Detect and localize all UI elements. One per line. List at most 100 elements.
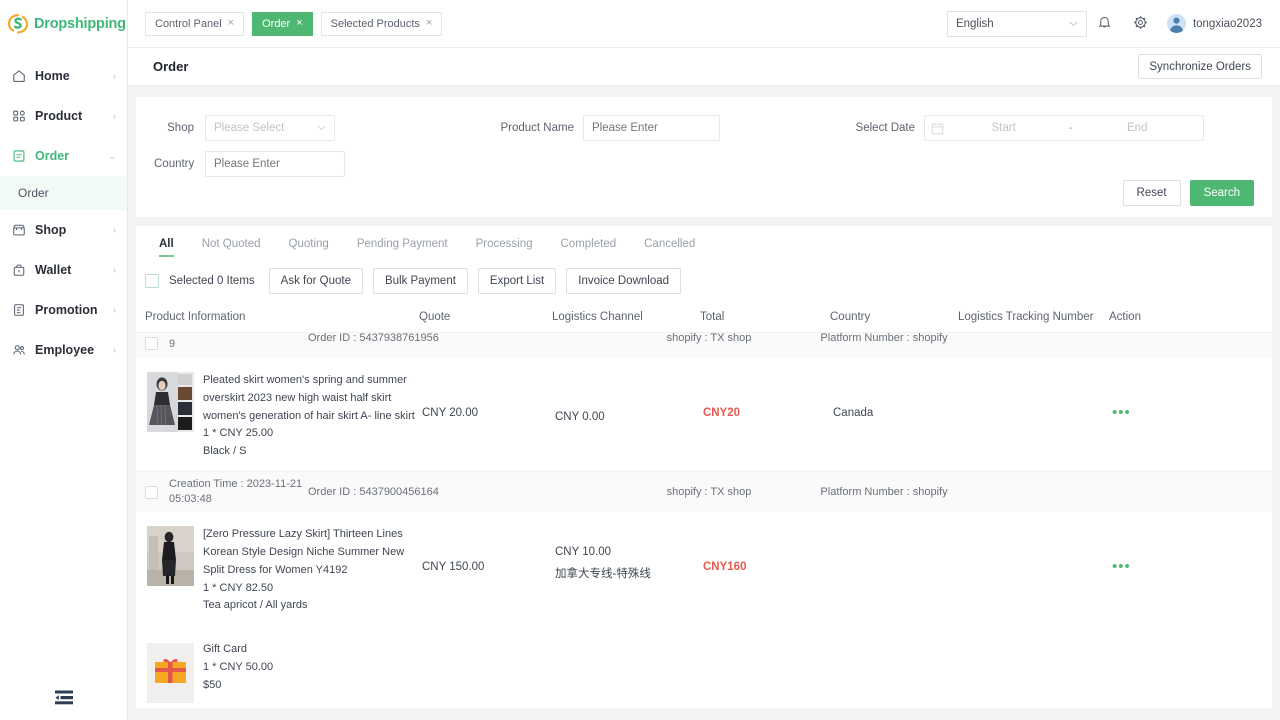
chevron-right-icon: › [113,266,116,275]
table-row[interactable]: [Zero Pressure Lazy Skirt] Thirteen Line… [136,512,1272,625]
table-row[interactable]: Pleated skirt women's spring and summer … [136,358,1272,471]
language-select[interactable]: English [947,11,1087,37]
product-qty-price: 1 * CNY 50.00 [203,659,273,677]
app-root: Dropshipping Home › [0,0,1280,720]
total-cell: CNY160 [703,526,833,573]
button-label: Bulk Payment [385,275,456,287]
invoice-download-button[interactable]: Invoice Download [566,268,681,294]
tab-processing[interactable]: Processing [462,238,547,257]
window-tab-control-panel[interactable]: Control Panel × [145,12,244,36]
search-button[interactable]: Search [1190,180,1254,206]
sidebar-item-label: Home [26,69,113,83]
tab-label: Pending Payment [357,238,448,250]
tab-pending-payment[interactable]: Pending Payment [343,238,462,257]
chevron-right-icon: › [113,346,116,355]
logistics-fee: CNY 10.00 [555,542,703,564]
order-platform-number: Platform Number : shopify [784,332,984,344]
country-input[interactable] [205,151,345,177]
search-button-label: Search [1204,187,1240,199]
row-actions-button[interactable]: ••• [1112,558,1131,575]
tab-cancelled[interactable]: Cancelled [630,238,709,257]
window-tab-order[interactable]: Order × [252,12,313,36]
button-label: Export List [490,275,544,287]
page-header: Order Synchronize Orders [128,48,1280,86]
order-platform-number: Platform Number : shopify [784,486,984,498]
employee-icon [11,343,26,358]
order-row-checkbox[interactable] [145,486,158,499]
sidebar-item-label: Wallet [26,263,113,277]
close-icon[interactable]: × [296,18,302,29]
ask-for-quote-button[interactable]: Ask for Quote [269,268,363,294]
product-information-cell: Gift Card 1 * CNY 50.00 $50 [145,631,422,703]
bulk-actions-bar: Selected 0 Items Ask for Quote Bulk Paym… [136,257,1272,294]
chevron-right-icon: › [113,226,116,235]
select-all-checkbox[interactable] [145,274,159,288]
orders-table-body: 9 Order ID : 5437938761956 shopify : TX … [136,332,1272,708]
tab-quoting[interactable]: Quoting [275,238,343,257]
action-cell: ••• [1112,372,1172,420]
table-row[interactable]: Gift Card 1 * CNY 50.00 $50 [136,625,1272,708]
order-shop: shopify : TX shop [634,332,784,344]
settings-button[interactable] [1123,6,1159,42]
product-qty-price: 1 * CNY 25.00 [203,425,422,443]
selected-count-label: Selected 0 Items [169,275,255,287]
logistics-channel-cell: CNY 0.00 [555,372,703,429]
tab-all[interactable]: All [145,238,188,257]
brand-logo[interactable]: Dropshipping [0,0,127,48]
order-id: Order ID : 5437938761956 [308,332,508,344]
table-header: Product Information Quote Logistics Chan… [136,294,1272,332]
chevron-down-icon [317,123,326,133]
filter-row-2: Country [154,147,1254,181]
sidebar-item-employee[interactable]: Employee › [0,330,127,370]
shop-select-value: Please Select [214,122,284,134]
reset-button[interactable]: Reset [1123,180,1181,206]
brand-name: Dropshipping [34,16,126,32]
chevron-down-icon: ⌄ [108,152,116,161]
product-qty-price: 1 * CNY 82.50 [203,580,422,598]
logistics-channel-cell: CNY 10.00 加拿大专线-特殊线 [555,526,703,586]
bulk-payment-button[interactable]: Bulk Payment [373,268,468,294]
filter-row-1: Shop Please Select Product Name Select D… [154,111,1254,145]
home-icon [11,69,26,84]
product-name: [Zero Pressure Lazy Skirt] Thirteen Line… [203,526,422,579]
sidebar-subitem-order[interactable]: Order [0,176,127,210]
column-header-logistics-channel: Logistics Channel [552,311,700,323]
avatar[interactable] [1167,14,1186,33]
dropshipping-logo-icon [7,13,29,35]
window-tabs: Control Panel × Order × Selected Product… [128,12,450,36]
date-start-value: Start [944,122,1064,134]
product-name-input[interactable] [583,115,720,141]
sidebar-item-shop[interactable]: Shop › [0,210,127,250]
tab-label: Completed [561,238,617,250]
quote-cell: CNY 20.00 [422,372,555,419]
language-select-value: English [956,18,994,30]
logistics-channel-name: 加拿大专线-特殊线 [555,564,703,586]
chevron-right-icon: › [113,72,116,81]
sidebar-item-label: Order [26,149,108,163]
close-icon[interactable]: × [228,18,234,29]
close-icon[interactable]: × [426,18,432,29]
country-cell [833,526,961,561]
product-name: Gift Card [203,641,273,659]
notifications-button[interactable] [1087,6,1123,42]
window-tab-selected-products[interactable]: Selected Products × [321,12,443,36]
row-actions-button[interactable]: ••• [1112,404,1131,421]
export-list-button[interactable]: Export List [478,268,556,294]
product-information-cell: [Zero Pressure Lazy Skirt] Thirteen Line… [145,526,422,615]
sidebar-item-home[interactable]: Home › [0,56,127,96]
sidebar-item-wallet[interactable]: Wallet › [0,250,127,290]
tab-completed[interactable]: Completed [547,238,631,257]
tab-not-quoted[interactable]: Not Quoted [188,238,275,257]
sidebar-item-promotion[interactable]: Promotion › [0,290,127,330]
sidebar-collapse-button[interactable] [0,674,128,720]
shop-select[interactable]: Please Select [205,115,335,141]
sidebar-item-label: Product [26,109,113,123]
sidebar-item-product[interactable]: Product › [0,96,127,136]
sidebar-item-order[interactable]: Order ⌄ [0,136,127,176]
synchronize-orders-button[interactable]: Synchronize Orders [1138,54,1262,79]
bell-icon [1097,15,1112,33]
orders-panel: All Not Quoted Quoting Pending Payment P… [136,226,1272,708]
order-row-checkbox[interactable] [145,337,158,350]
date-range-picker[interactable]: Start - End [924,115,1204,141]
filter-actions: Reset Search [1123,180,1254,206]
